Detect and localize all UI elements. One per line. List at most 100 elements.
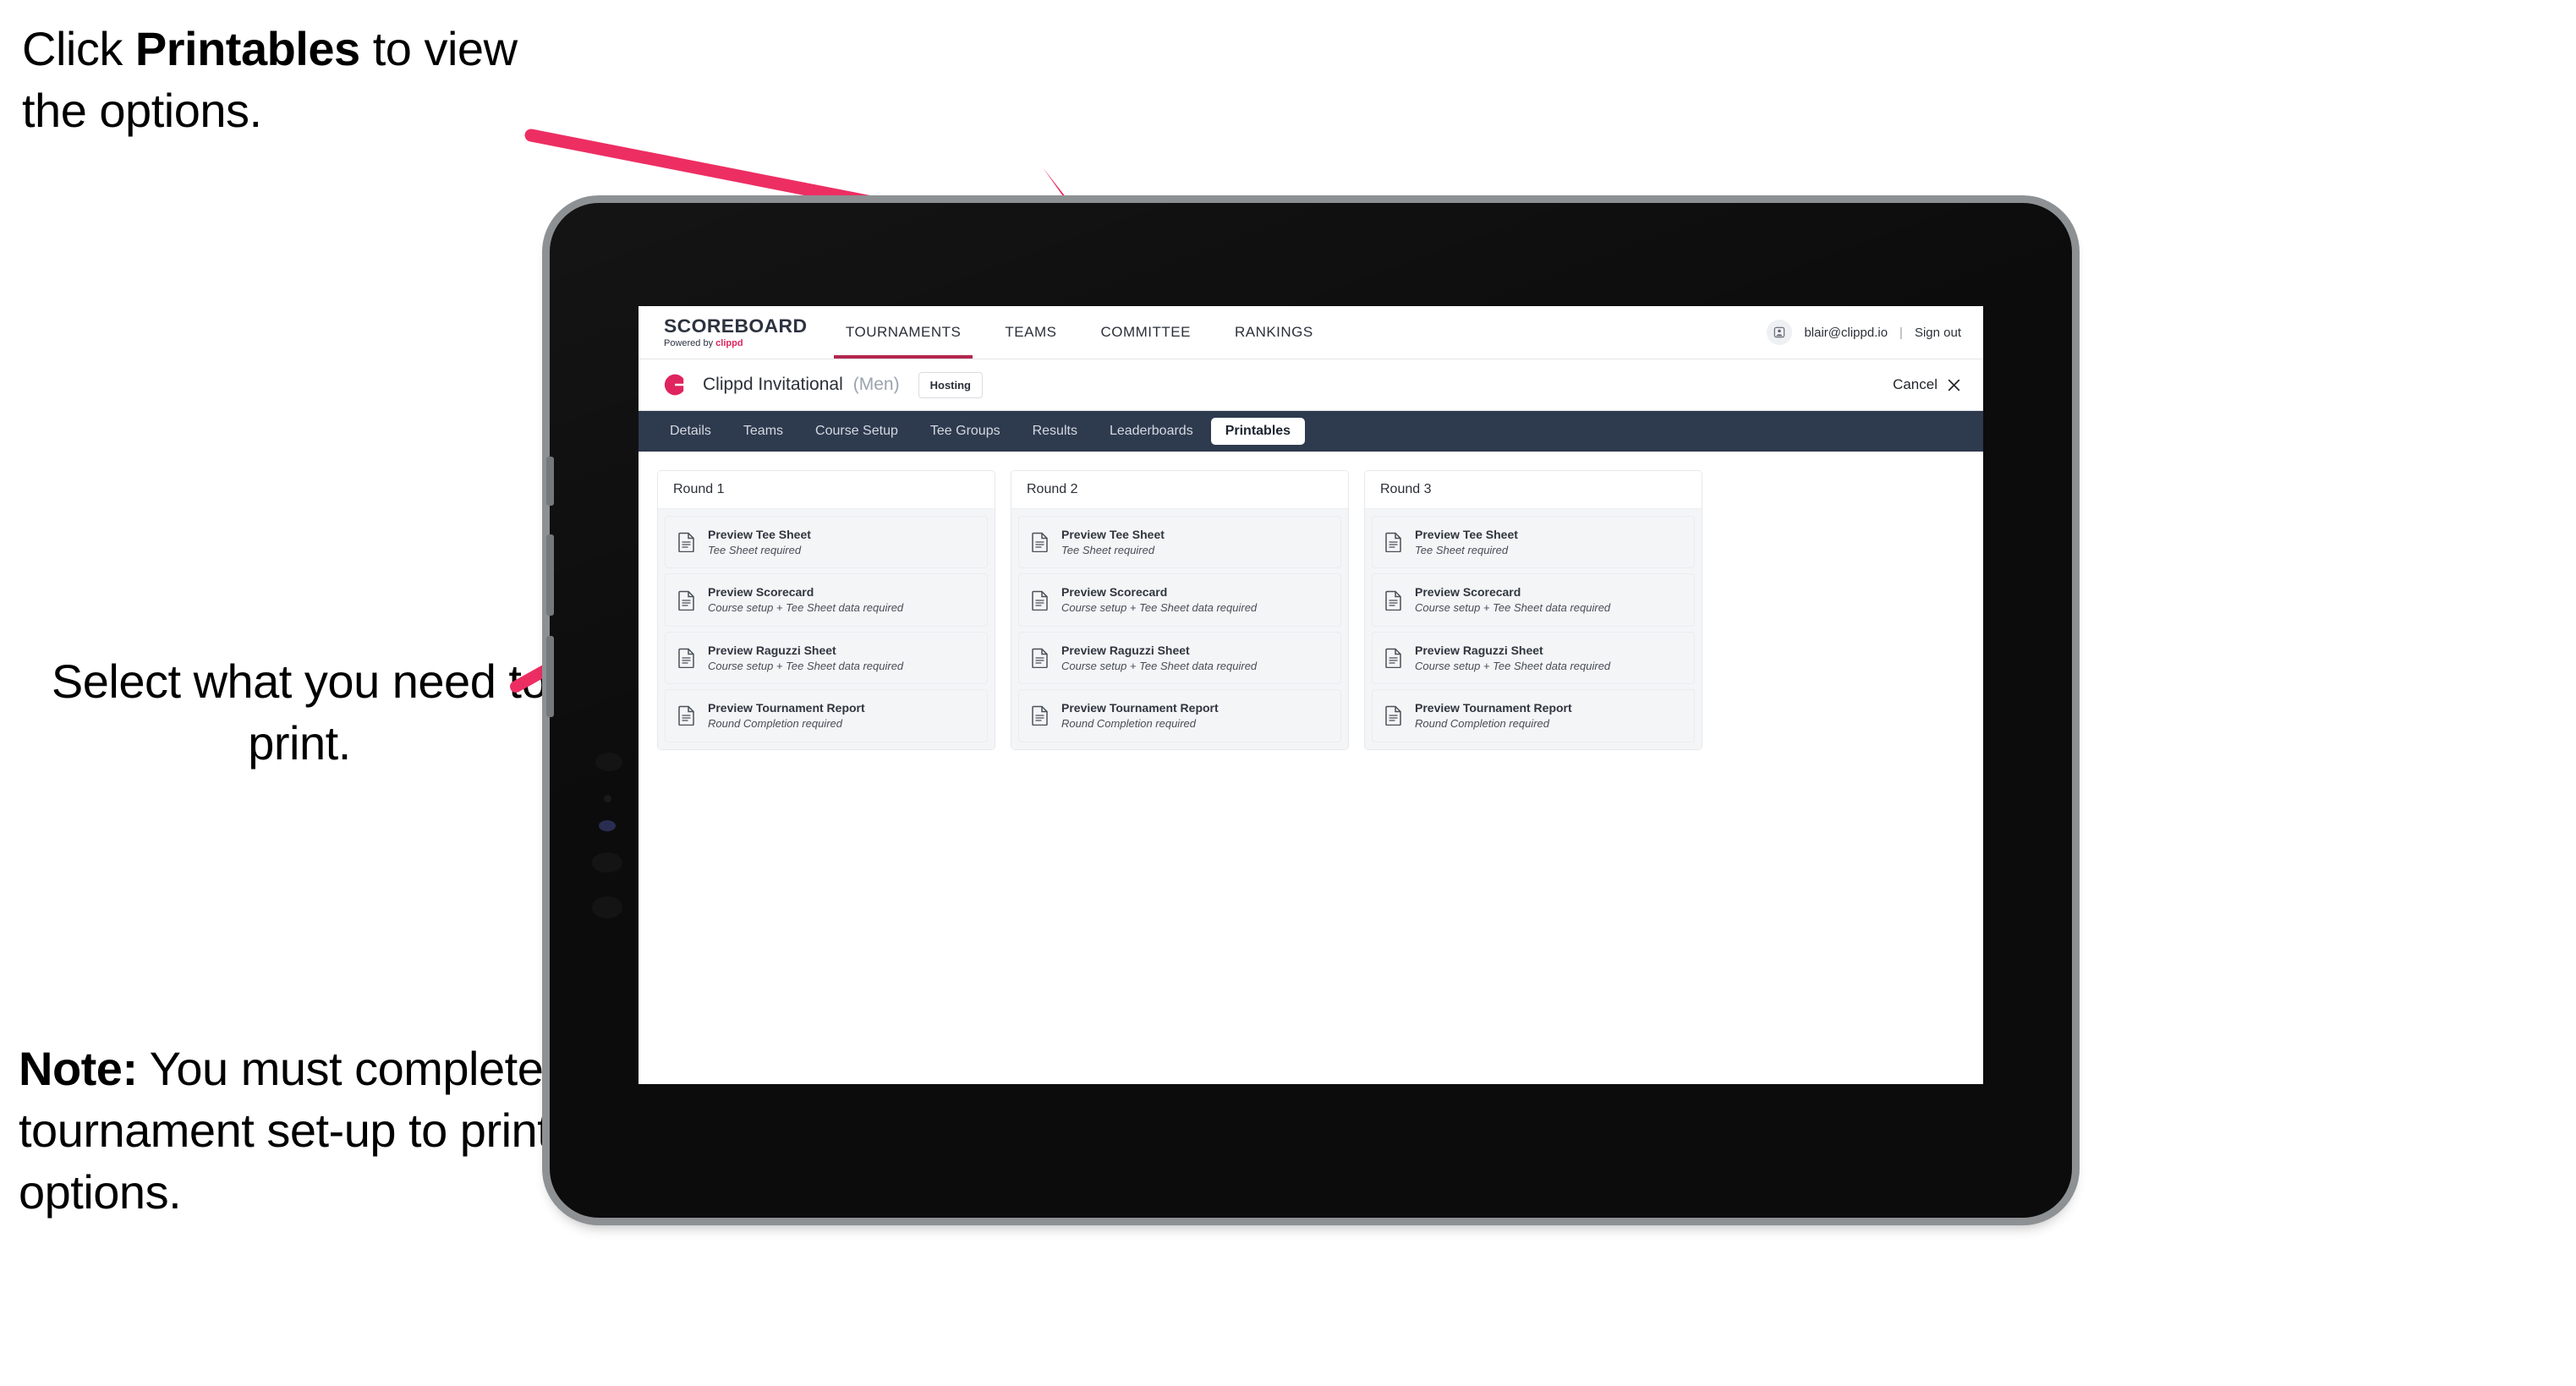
tab-course-setup[interactable]: Course Setup <box>801 418 913 445</box>
printable-option-row[interactable]: Preview Raguzzi Sheet Course setup + Tee… <box>665 631 988 685</box>
tablet-volume-down-button[interactable] <box>546 636 554 717</box>
top-nav-rankings[interactable]: RANKINGS <box>1213 306 1335 359</box>
tab-printables-label: Printables <box>1225 424 1291 438</box>
printable-option-title: Preview Raguzzi Sheet <box>1415 643 1543 657</box>
printable-option-text: Preview Raguzzi Sheet Course setup + Tee… <box>1415 644 1610 672</box>
tournament-title-bar: Clippd Invitational (Men) Hosting Cancel <box>639 359 1983 411</box>
printable-option-row[interactable]: Preview Tournament Report Round Completi… <box>665 689 988 742</box>
tab-details[interactable]: Details <box>655 418 726 445</box>
section-tab-bar: Details Teams Course Setup Tee Groups Re… <box>639 411 1983 452</box>
printable-option-row[interactable]: Preview Scorecard Course setup + Tee She… <box>665 573 988 627</box>
tournament-name: Clippd Invitational <box>703 375 843 394</box>
round-card: Round 1 Preview Tee Sheet Tee Sheet requ… <box>657 470 995 750</box>
status-led-icon <box>599 820 616 831</box>
printable-option-requirement: Course setup + Tee Sheet data required <box>1061 601 1258 615</box>
printable-option-title: Preview Raguzzi Sheet <box>1061 643 1190 657</box>
scoreboard-logo[interactable]: SCOREBOARD Powered by clippd <box>639 306 824 359</box>
tab-tee-groups[interactable]: Tee Groups <box>916 418 1015 445</box>
tablet-volume-up-button[interactable] <box>546 534 554 616</box>
account-area: blair@clippd.io | Sign out <box>1767 306 1983 359</box>
tab-leaderboards[interactable]: Leaderboards <box>1095 418 1208 445</box>
round-card-body: Preview Tee Sheet Tee Sheet required Pre… <box>658 509 995 749</box>
printable-option-requirement: Tee Sheet required <box>1415 543 1509 556</box>
printable-option-text: Preview Scorecard Course setup + Tee She… <box>1415 585 1610 614</box>
tournament-gender: (Men) <box>852 375 900 394</box>
printable-option-requirement: Course setup + Tee Sheet data required <box>1061 659 1258 672</box>
printable-option-title: Preview Tournament Report <box>1061 701 1219 715</box>
document-icon <box>678 590 694 611</box>
printable-option-title: Preview Tee Sheet <box>1061 528 1165 541</box>
top-nav-tournaments-label: TOURNAMENTS <box>845 324 962 340</box>
printable-option-title: Preview Raguzzi Sheet <box>708 643 836 657</box>
top-nav-committee[interactable]: COMMITTEE <box>1078 306 1213 359</box>
document-icon <box>1032 648 1048 668</box>
printable-option-row[interactable]: Preview Raguzzi Sheet Course setup + Tee… <box>1372 631 1695 685</box>
tab-leaderboards-label: Leaderboards <box>1109 424 1193 438</box>
printable-option-row[interactable]: Preview Raguzzi Sheet Course setup + Tee… <box>1018 631 1341 685</box>
printable-option-requirement: Round Completion required <box>1061 716 1196 730</box>
cancel-label: Cancel <box>1893 376 1937 392</box>
user-avatar[interactable] <box>1767 320 1793 345</box>
printable-option-text: Preview Scorecard Course setup + Tee She… <box>708 585 903 614</box>
tablet-device-frame: SCOREBOARD Powered by clippd TOURNAMENTS… <box>546 203 2072 1218</box>
printable-option-title: Preview Tee Sheet <box>708 528 811 541</box>
printable-option-text: Preview Tee Sheet Tee Sheet required <box>708 528 811 556</box>
printable-option-text: Preview Raguzzi Sheet Course setup + Tee… <box>708 644 903 672</box>
tablet-screen-content: SCOREBOARD Powered by clippd TOURNAMENTS… <box>639 306 1983 1084</box>
printable-option-row[interactable]: Preview Scorecard Course setup + Tee She… <box>1018 573 1341 627</box>
tab-results-label: Results <box>1032 424 1077 438</box>
app-top-navigation-bar: SCOREBOARD Powered by clippd TOURNAMENTS… <box>639 306 1983 359</box>
sign-out-link[interactable]: Sign out <box>1915 326 1961 340</box>
printable-option-title: Preview Scorecard <box>1415 585 1521 600</box>
printable-option-title: Preview Tournament Report <box>708 701 865 715</box>
callout-top-pre: Click <box>22 22 135 75</box>
document-icon <box>1032 706 1048 726</box>
account-separator: | <box>1899 325 1903 340</box>
top-nav-committee-label: COMMITTEE <box>1100 324 1191 340</box>
round-card: Round 2 Preview Tee Sheet Tee Sheet requ… <box>1011 470 1349 750</box>
tab-teams[interactable]: Teams <box>729 418 797 445</box>
tab-printables[interactable]: Printables <box>1210 418 1306 445</box>
printable-option-row[interactable]: Preview Tournament Report Round Completi… <box>1018 689 1341 742</box>
tab-tee-groups-label: Tee Groups <box>929 424 1000 438</box>
printable-option-row[interactable]: Preview Tee Sheet Tee Sheet required <box>1372 516 1695 569</box>
callout-note-strong: Note: <box>19 1042 138 1095</box>
printable-option-row[interactable]: Preview Tee Sheet Tee Sheet required <box>665 516 988 569</box>
round-card-header: Round 1 <box>658 471 995 509</box>
printable-option-requirement: Course setup + Tee Sheet data required <box>1415 601 1611 615</box>
close-x-icon <box>1948 379 1960 391</box>
top-nav-tournaments[interactable]: TOURNAMENTS <box>824 306 983 359</box>
printable-option-text: Preview Raguzzi Sheet Course setup + Tee… <box>1061 644 1257 672</box>
round-card-body: Preview Tee Sheet Tee Sheet required Pre… <box>1365 509 1702 749</box>
printable-option-text: Preview Tournament Report Round Completi… <box>1415 701 1572 730</box>
document-icon <box>678 532 694 553</box>
printable-option-title: Preview Scorecard <box>1061 585 1168 600</box>
document-icon <box>1385 590 1401 611</box>
printable-option-row[interactable]: Preview Tee Sheet Tee Sheet required <box>1018 516 1341 569</box>
printable-option-title: Preview Tee Sheet <box>1415 528 1518 541</box>
tab-results[interactable]: Results <box>1018 418 1092 445</box>
printable-option-requirement: Course setup + Tee Sheet data required <box>708 659 904 672</box>
printable-option-requirement: Round Completion required <box>1415 716 1549 730</box>
printable-option-text: Preview Tee Sheet Tee Sheet required <box>1415 528 1518 556</box>
callout-top-strong: Printables <box>134 22 360 75</box>
printable-option-row[interactable]: Preview Tournament Report Round Completi… <box>1372 689 1695 742</box>
powered-by-prefix: Powered by <box>664 337 716 348</box>
tab-details-label: Details <box>670 424 711 438</box>
printables-panel: Round 1 Preview Tee Sheet Tee Sheet requ… <box>639 452 1983 750</box>
printable-option-text: Preview Tournament Report Round Completi… <box>1061 701 1219 730</box>
cancel-button[interactable]: Cancel <box>1893 376 1961 393</box>
hosting-badge[interactable]: Hosting <box>918 371 983 398</box>
document-icon <box>1032 590 1048 611</box>
round-card-body: Preview Tee Sheet Tee Sheet required Pre… <box>1011 509 1348 749</box>
tablet-power-button[interactable] <box>546 457 554 506</box>
printable-option-text: Preview Tournament Report Round Completi… <box>708 701 865 730</box>
top-nav-teams-label: TEAMS <box>1005 324 1057 340</box>
top-nav-teams[interactable]: TEAMS <box>983 306 1078 359</box>
tab-course-setup-label: Course Setup <box>815 424 898 438</box>
document-icon <box>1385 648 1401 668</box>
clippd-c-logo-icon <box>664 374 684 396</box>
printable-option-text: Preview Scorecard Course setup + Tee She… <box>1061 585 1257 614</box>
top-nav-rankings-label: RANKINGS <box>1234 324 1313 340</box>
printable-option-row[interactable]: Preview Scorecard Course setup + Tee She… <box>1372 573 1695 627</box>
